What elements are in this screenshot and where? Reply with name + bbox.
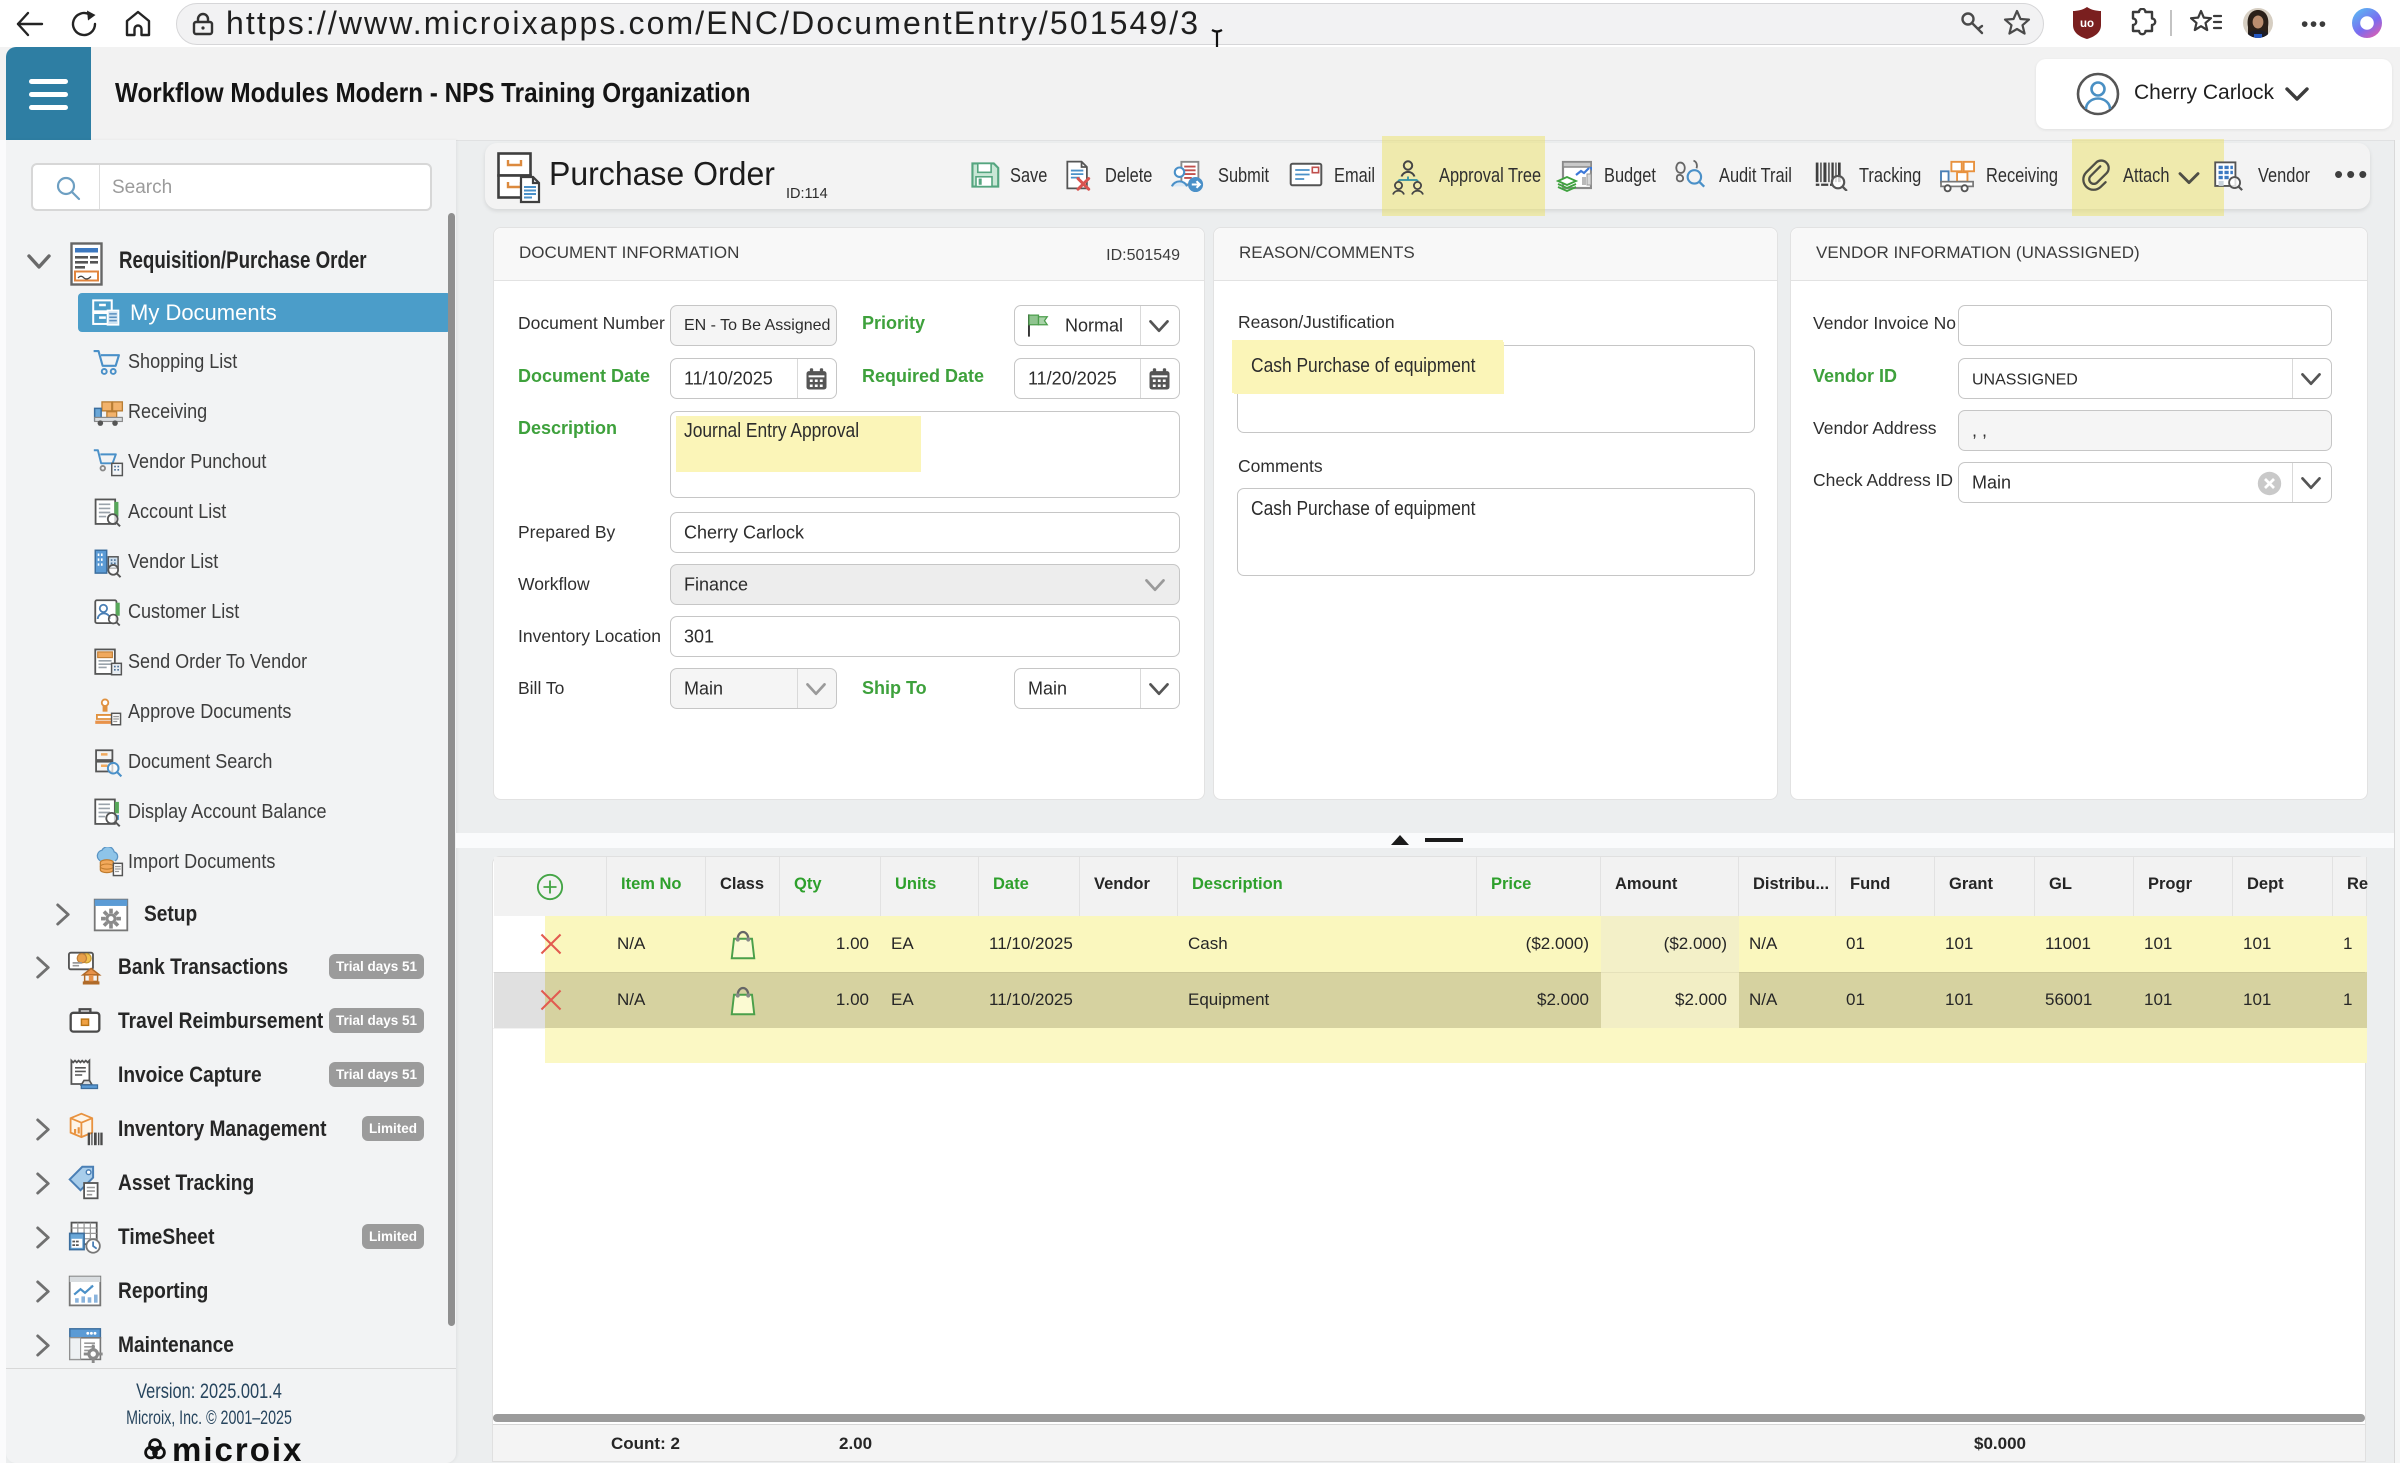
svg-text:microix: microix [172,1433,303,1465]
svg-text:uo: uo [2080,18,2094,30]
